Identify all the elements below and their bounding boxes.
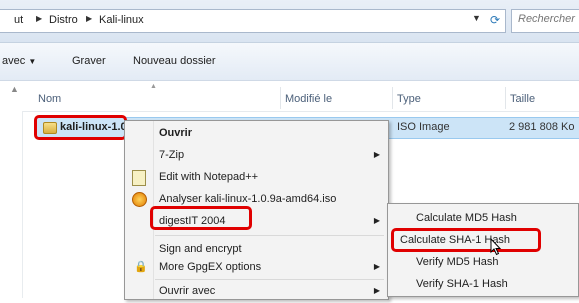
breadcrumb-separator-icon[interactable]: ▶: [86, 14, 92, 23]
submenu-item-label: Verify SHA-1 Hash: [416, 278, 508, 290]
breadcrumb-separator-icon[interactable]: ▶: [36, 14, 42, 23]
menu-separator: [155, 235, 384, 236]
collapse-arrow-icon[interactable]: ▲: [10, 84, 19, 94]
menu-item-open-with[interactable]: Ouvrir avec ▶: [125, 281, 388, 303]
submenu-arrow-icon: ▶: [373, 262, 380, 271]
breadcrumb-item-distro[interactable]: Distro: [49, 14, 78, 26]
file-size: 2 981 808 Ko: [509, 121, 575, 133]
submenu-arrow-icon: ▶: [373, 286, 380, 295]
submenu-arrow-icon: ▶: [373, 150, 380, 159]
column-header-type[interactable]: Type: [397, 93, 421, 105]
menu-item-notepad[interactable]: Edit with Notepad++: [125, 167, 388, 189]
column-divider[interactable]: [505, 87, 506, 109]
share-button[interactable]: avec ▼: [2, 55, 36, 67]
column-header-name[interactable]: Nom: [38, 93, 61, 105]
submenu-item-label: Calculate MD5 Hash: [416, 212, 517, 224]
chevron-down-icon: ▼: [28, 57, 37, 66]
column-header-modified[interactable]: Modifié le: [285, 93, 332, 105]
mouse-cursor-icon: [490, 238, 502, 256]
submenu-arrow-icon: ▶: [373, 216, 380, 225]
menu-item-label: Edit with Notepad++: [159, 171, 259, 183]
file-highlight-box: [34, 115, 127, 140]
menu-item-label: Analyser kali-linux-1.0.9a-amd64.iso: [159, 193, 337, 205]
digestit-highlight-box: [150, 206, 252, 230]
menu-item-gpgex[interactable]: 🔒 More GpgEX options ▶: [125, 257, 388, 279]
menu-item-label: Ouvrir avec: [159, 285, 216, 297]
menu-separator: [155, 279, 384, 280]
menu-item-label: Sign and encrypt: [159, 243, 242, 255]
lock-icon: 🔒: [134, 261, 148, 273]
breadcrumb-item-kali-linux[interactable]: Kali-linux: [99, 14, 144, 26]
share-label: avec: [2, 55, 26, 67]
column-header-size[interactable]: Taille: [510, 93, 535, 105]
sort-arrow-icon: ▲: [150, 83, 157, 90]
menu-item-open[interactable]: Ouvrir: [125, 123, 388, 145]
breadcrumb-item-root[interactable]: ut: [14, 14, 23, 26]
burn-button[interactable]: Graver: [72, 55, 106, 67]
breadcrumb[interactable]: ut ▶ Distro ▶ Kali-linux: [0, 9, 506, 33]
column-divider[interactable]: [280, 87, 281, 109]
refresh-icon[interactable]: ⟳: [485, 9, 505, 31]
search-box[interactable]: [511, 9, 579, 33]
sha1-highlight-box: [391, 228, 541, 252]
submenu-item-verify-sha1[interactable]: Verify SHA-1 Hash: [388, 274, 578, 296]
navigation-pane-edge: [0, 111, 23, 298]
search-input[interactable]: [518, 13, 578, 25]
submenu-item-verify-md5[interactable]: Verify MD5 Hash: [388, 252, 578, 274]
antivirus-icon: [132, 192, 147, 207]
menu-item-label: 7-Zip: [159, 149, 185, 161]
file-type: ISO Image: [397, 121, 450, 133]
column-divider[interactable]: [392, 87, 393, 109]
notepad-icon: [132, 170, 146, 186]
menu-item-label: Ouvrir: [159, 127, 193, 139]
menu-item-label: More GpgEX options: [159, 261, 262, 273]
submenu-item-md5[interactable]: Calculate MD5 Hash: [388, 208, 578, 230]
column-header-row: ▲ Nom ▲ Modifié le Type Taille: [0, 81, 579, 112]
new-folder-button[interactable]: Nouveau dossier: [133, 55, 216, 67]
menu-item-7zip[interactable]: 7-Zip ▶: [125, 145, 388, 167]
chevron-down-icon[interactable]: ▼: [472, 13, 481, 23]
submenu-item-label: Verify MD5 Hash: [416, 256, 499, 268]
address-bar-area: ut ▶ Distro ▶ Kali-linux ▼ ⟳: [0, 0, 579, 43]
command-toolbar: avec ▼ Graver Nouveau dossier: [0, 43, 579, 81]
